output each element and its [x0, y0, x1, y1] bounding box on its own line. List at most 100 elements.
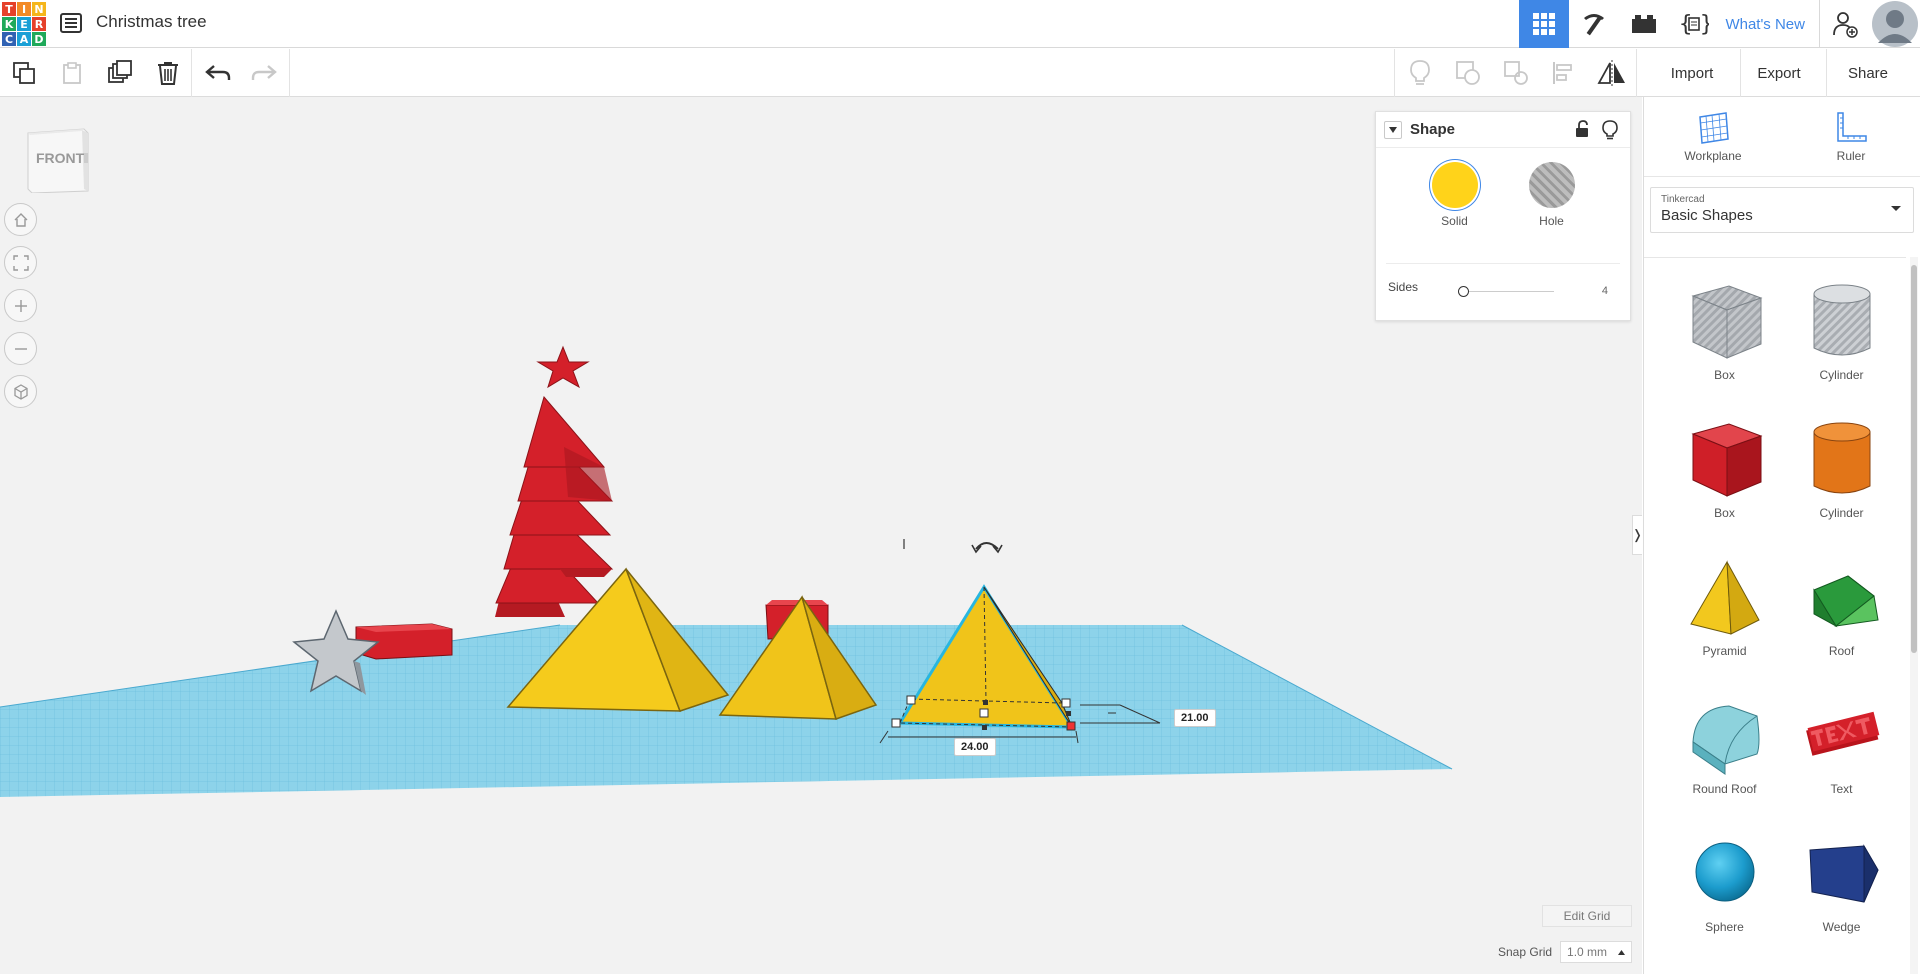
align-icon[interactable] — [1540, 49, 1588, 97]
fit-view-icon[interactable] — [4, 246, 37, 279]
whats-new-link[interactable]: What's New — [1719, 16, 1819, 33]
view-cube-face-label: FRONT — [36, 150, 85, 166]
zoom-in-icon[interactable] — [4, 289, 37, 322]
shape-box[interactable]: Box — [1666, 418, 1783, 556]
snap-grid-select[interactable]: 1.0 mm — [1560, 941, 1633, 963]
shape-label: Wedge — [1822, 920, 1861, 934]
ruler-label: Ruler — [1836, 148, 1866, 163]
redo-icon[interactable] — [240, 49, 288, 97]
undo-icon[interactable] — [194, 49, 242, 97]
paste-icon[interactable] — [48, 49, 96, 97]
shape-label: Cylinder — [1819, 368, 1864, 382]
export-button[interactable]: Export — [1740, 55, 1818, 91]
christmas-tree-shape[interactable] — [495, 345, 614, 617]
ungroup-icon[interactable] — [1492, 49, 1540, 97]
logo-letter: D — [32, 32, 46, 46]
pyramid-icon — [1689, 560, 1760, 635]
edit-toolbar: Import Export Share — [0, 49, 1920, 97]
solid-swatch[interactable] — [1431, 162, 1478, 208]
add-user-icon[interactable] — [1820, 0, 1870, 48]
view-controls — [4, 203, 37, 408]
shape-text[interactable]: Text — [1783, 694, 1900, 832]
workplane-label: Workplane — [1684, 148, 1742, 163]
shape-round-roof[interactable]: Round Roof — [1666, 694, 1783, 832]
sides-slider-knob[interactable] — [1458, 286, 1469, 297]
shape-pyramid[interactable]: Pyramid — [1666, 556, 1783, 694]
shapes-scrollbar[interactable] — [1910, 257, 1918, 974]
shape-cylinder[interactable]: Cylinder — [1783, 418, 1900, 556]
depth-dimension-label[interactable]: 21.00 — [1174, 709, 1216, 727]
logo-letter: R — [32, 17, 46, 31]
shape-wedge[interactable]: Wedge — [1783, 832, 1900, 970]
shape-inspector: Shape Solid Hole Sides 4 — [1375, 111, 1631, 321]
shape-list: Box Cylinder Box Cylinder Pyramid Roof R… — [1644, 257, 1906, 974]
svg-text:{: { — [1679, 12, 1692, 37]
inspector-title: Shape — [1410, 121, 1456, 138]
duplicate-icon[interactable] — [96, 49, 144, 97]
bricks-icon[interactable] — [1619, 0, 1669, 48]
sides-slider-track[interactable] — [1464, 291, 1554, 292]
shape-label: Box — [1714, 506, 1735, 520]
shape-label: Sphere — [1705, 920, 1744, 934]
logo-letter: A — [17, 32, 31, 46]
logo-letter: K — [2, 17, 16, 31]
panel-collapse-chevron-icon[interactable]: ❭ — [1632, 515, 1642, 555]
user-avatar[interactable] — [1870, 0, 1920, 48]
shape-label: Pyramid — [1702, 644, 1747, 658]
edit-grid-button[interactable]: Edit Grid — [1542, 905, 1632, 927]
logo-letter: C — [2, 32, 16, 46]
wedge-icon — [1808, 844, 1879, 903]
snap-grid-control: Snap Grid 1.0 mm — [1498, 941, 1633, 963]
document-title[interactable]: Christmas tree — [96, 12, 207, 32]
shape-sphere[interactable]: Sphere — [1666, 832, 1783, 970]
round-roof-icon — [1691, 705, 1759, 775]
home-view-icon[interactable] — [4, 203, 37, 236]
mirror-icon[interactable] — [1588, 49, 1636, 97]
shapes-panel: Workplane Ruler Tinkercad Basic Shapes B… — [1643, 97, 1920, 974]
shape-label: Cylinder — [1819, 506, 1864, 520]
hole-label: Hole — [1539, 214, 1564, 228]
show-all-bulb-icon[interactable] — [1396, 49, 1444, 97]
library-name: Basic Shapes — [1661, 207, 1753, 224]
workplane-tool[interactable]: Workplane — [1644, 97, 1782, 176]
view-cube[interactable]: FRONT — [26, 127, 90, 194]
cylinder-hole-icon — [1813, 284, 1870, 356]
box-icon — [1690, 423, 1762, 497]
group-icon[interactable] — [1444, 49, 1492, 97]
shape-roof[interactable]: Roof — [1783, 556, 1900, 694]
width-dimension-label[interactable]: 24.00 — [954, 738, 996, 756]
zoom-out-icon[interactable] — [4, 332, 37, 365]
ruler-tool[interactable]: Ruler — [1782, 97, 1920, 176]
solid-mode-option[interactable]: Solid — [1431, 162, 1478, 263]
shape-label: Box — [1714, 368, 1735, 382]
rotate-handle-icon[interactable] — [971, 542, 1003, 554]
copy-icon[interactable] — [0, 49, 48, 97]
shape-library-dropdown[interactable]: Tinkercad Basic Shapes — [1650, 187, 1914, 233]
sides-label: Sides — [1388, 280, 1419, 294]
scrollbar-thumb[interactable] — [1911, 265, 1917, 653]
trash-icon[interactable] — [144, 49, 192, 97]
codeblocks-icon[interactable]: {} — [1669, 0, 1719, 48]
pickaxe-icon[interactable] — [1569, 0, 1619, 48]
hole-mode-option[interactable]: Hole — [1528, 162, 1575, 263]
sides-value[interactable]: 4 — [1602, 285, 1608, 297]
inspector-collapse-icon[interactable] — [1384, 120, 1402, 139]
perspective-icon[interactable] — [4, 375, 37, 408]
3d-workspace[interactable]: 24.00 21.00 FRONT Shape Solid Hole Sides… — [0, 97, 1642, 974]
share-button[interactable]: Share — [1826, 55, 1910, 91]
view-3d-grid-icon[interactable] — [1519, 0, 1570, 48]
shape-label: Round Roof — [1692, 782, 1757, 796]
caret-up-icon — [1618, 949, 1626, 955]
shape-label: Roof — [1828, 644, 1855, 658]
logo-letter: N — [32, 2, 46, 16]
design-list-icon[interactable] — [60, 13, 82, 33]
shape-cylinder-hole[interactable]: Cylinder — [1783, 280, 1900, 418]
lock-icon[interactable] — [1574, 120, 1590, 143]
visibility-bulb-icon[interactable] — [1602, 120, 1618, 145]
snap-grid-label: Snap Grid — [1498, 945, 1553, 959]
cylinder-icon — [1813, 422, 1870, 494]
shape-box-hole[interactable]: Box — [1666, 280, 1783, 418]
import-button[interactable]: Import — [1652, 55, 1732, 91]
hole-swatch[interactable] — [1528, 162, 1575, 208]
tinkercad-logo[interactable]: T I N K E R C A D — [0, 0, 46, 46]
